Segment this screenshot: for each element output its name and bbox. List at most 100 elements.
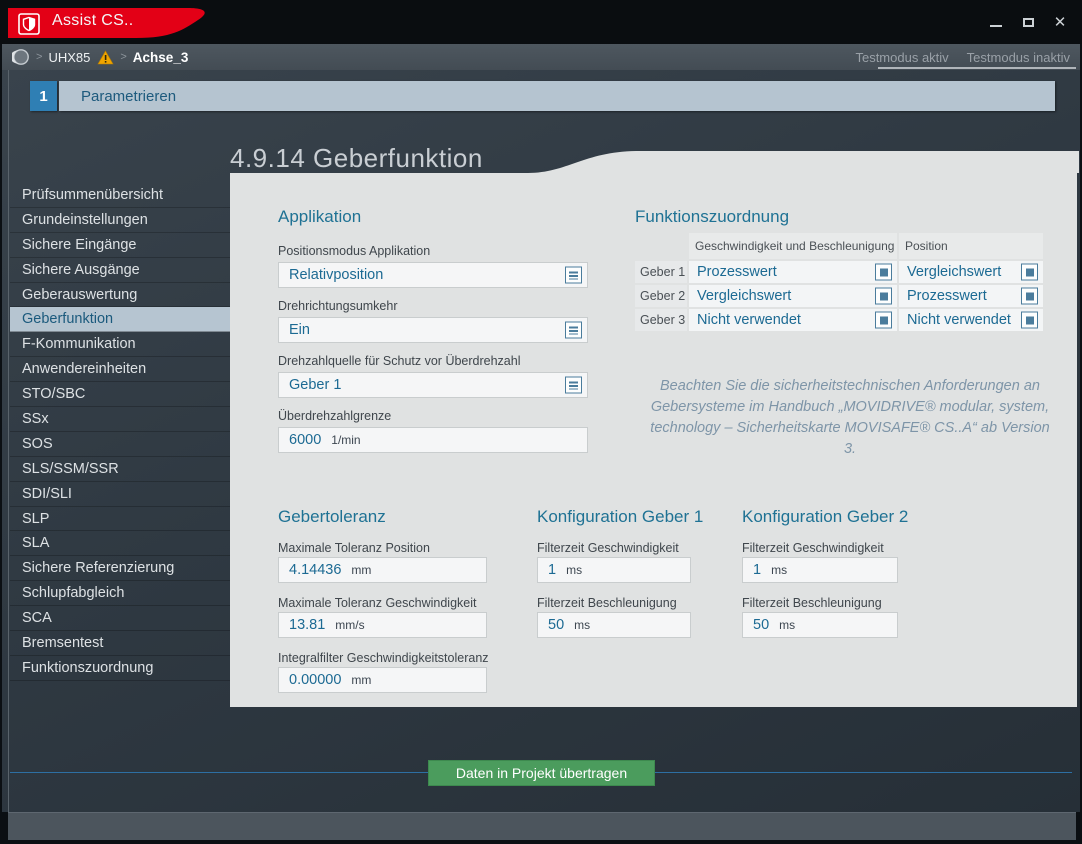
testmodus-underline (878, 67, 1076, 69)
table-header-position: Position (899, 233, 1043, 259)
sidebar-item-sdi-sli[interactable]: SDI/SLI (10, 482, 234, 507)
input-value: 13.81 (289, 617, 325, 633)
window-controls: ✕ (988, 0, 1068, 44)
input-geber2-filterzeit-beschleunigung[interactable]: 50 ms (742, 612, 898, 638)
sidebar-item-sos[interactable]: SOS (10, 432, 234, 457)
select-geber2-speed[interactable]: Vergleichswert (689, 285, 897, 307)
sidebar-item-geberauswertung[interactable]: Geberauswertung (10, 283, 234, 308)
select-geber2-position[interactable]: Prozesswert (899, 285, 1043, 307)
list-dropdown-icon (875, 312, 892, 329)
main-area: 1 Parametrieren Prüfsummenübersicht Grun… (2, 70, 1080, 812)
select-geber3-position[interactable]: Nicht verwendet (899, 309, 1043, 331)
sidebar-item-grundeinstellungen[interactable]: Grundeinstellungen (10, 208, 234, 233)
sidebar-item-schlupfabgleich[interactable]: Schlupfabgleich (10, 581, 234, 606)
select-value: Nicht verwendet (907, 312, 1011, 328)
sidebar-item-bremsentest[interactable]: Bremsentest (10, 631, 234, 656)
field-label: Filterzeit Beschleunigung (537, 596, 677, 610)
sidebar-item-ssx[interactable]: SSx (10, 407, 234, 432)
app-window: Assist CS.. ✕ > UHX85 > Achse_3 Testmodu… (0, 0, 1082, 844)
select-value: Nicht verwendet (697, 312, 801, 328)
select-geber1-position[interactable]: Vergleichswert (899, 261, 1043, 283)
close-button[interactable]: ✕ (1052, 14, 1068, 30)
breadcrumb-axis[interactable]: Achse_3 (133, 50, 189, 65)
field-label: Filterzeit Geschwindigkeit (742, 541, 884, 555)
select-value: Relativposition (289, 267, 383, 283)
table-header-speed: Geschwindigkeit und Beschleunigung (689, 233, 897, 259)
input-value: 1 (753, 562, 761, 578)
input-unit: ms (771, 563, 787, 577)
field-label: Drehzahlquelle für Schutz vor Überdrehza… (278, 354, 521, 368)
globe-icon[interactable] (12, 48, 30, 66)
input-value: 0.00000 (289, 672, 341, 688)
field-label: Überdrehzahlgrenze (278, 409, 391, 423)
maximize-icon (1023, 18, 1034, 27)
field-label: Drehrichtungsumkehr (278, 299, 398, 313)
sidebar-item-sto-sbc[interactable]: STO/SBC (10, 382, 234, 407)
input-unit: mm (351, 673, 371, 687)
input-geber1-filterzeit-beschleunigung[interactable]: 50 ms (537, 612, 691, 638)
sidebar-item-sla[interactable]: SLA (10, 531, 234, 556)
breadcrumb: > UHX85 > Achse_3 Testmodus aktiv Testmo… (2, 44, 1080, 70)
select-drehzahlquelle[interactable]: Geber 1 (278, 372, 588, 398)
row-label-geber2: Geber 2 (635, 285, 687, 307)
row-label-geber3: Geber 3 (635, 309, 687, 331)
maximize-button[interactable] (1020, 14, 1036, 30)
select-value: Ein (289, 322, 310, 338)
input-integralfilter[interactable]: 0.00000 mm (278, 667, 487, 693)
breadcrumb-node[interactable]: UHX85 (48, 50, 90, 65)
input-max-toleranz-position[interactable]: 4.14436 mm (278, 557, 487, 583)
testmodus-aktiv-tab[interactable]: Testmodus aktiv (855, 50, 948, 65)
transfer-to-project-button[interactable]: Daten in Projekt übertragen (428, 760, 655, 786)
input-unit: mm (351, 563, 371, 577)
list-dropdown-icon (875, 264, 892, 281)
sidebar-item-f-kommunikation[interactable]: F-Kommunikation (10, 332, 234, 357)
select-value: Geber 1 (289, 377, 341, 393)
input-ueberdrehzahlgrenze[interactable]: 6000 1/min (278, 427, 588, 453)
warning-triangle-icon (97, 50, 114, 65)
close-icon: ✕ (1054, 15, 1067, 30)
testmodus-inaktiv-tab[interactable]: Testmodus inaktiv (967, 50, 1070, 65)
input-max-toleranz-geschwindigkeit[interactable]: 13.81 mm/s (278, 612, 487, 638)
select-geber3-speed[interactable]: Nicht verwendet (689, 309, 897, 331)
table-header-empty (635, 233, 687, 259)
sidebar-item-sichere-eingaenge[interactable]: Sichere Eingänge (10, 233, 234, 258)
select-geber1-speed[interactable]: Prozesswert (689, 261, 897, 283)
step-number-badge: 1 (30, 81, 57, 111)
sidebar-nav: Prüfsummenübersicht Grundeinstellungen S… (10, 183, 234, 681)
input-value: 1 (548, 562, 556, 578)
sidebar-item-sichere-referenzierung[interactable]: Sichere Referenzierung (10, 556, 234, 581)
titlebar: Assist CS.. ✕ (0, 0, 1082, 44)
content-panel: Applikation Positionsmodus Applikation R… (230, 151, 1077, 707)
row-label-geber1: Geber 1 (635, 261, 687, 283)
input-unit: 1/min (331, 433, 360, 447)
sidebar-item-slp[interactable]: SLP (10, 507, 234, 532)
sidebar-item-geberfunktion[interactable]: Geberfunktion (10, 307, 234, 332)
sidebar-item-anwendereinheiten[interactable]: Anwendereinheiten (10, 357, 234, 382)
step-parametrieren[interactable]: Parametrieren (59, 81, 1055, 111)
list-dropdown-icon (1021, 312, 1038, 329)
funktionszuordnung-table: Geschwindigkeit und Beschleunigung Posit… (635, 233, 1043, 331)
step-label: Parametrieren (81, 88, 176, 105)
input-geber2-filterzeit-geschwindigkeit[interactable]: 1 ms (742, 557, 898, 583)
input-unit: ms (779, 618, 795, 632)
sidebar-item-sca[interactable]: SCA (10, 606, 234, 631)
input-unit: ms (566, 563, 582, 577)
input-geber1-filterzeit-geschwindigkeit[interactable]: 1 ms (537, 557, 691, 583)
list-dropdown-icon (1021, 264, 1038, 281)
sidebar-item-funktionszuordnung[interactable]: Funktionszuordnung (10, 656, 234, 681)
field-label: Filterzeit Geschwindigkeit (537, 541, 679, 555)
safety-note: Beachten Sie die sicherheitstechnischen … (645, 376, 1055, 460)
sidebar-item-sichere-ausgaenge[interactable]: Sichere Ausgänge (10, 258, 234, 283)
sidebar-item-sls-ssm-ssr[interactable]: SLS/SSM/SSR (10, 457, 234, 482)
panel-curve-cap (528, 151, 1079, 173)
app-title: Assist CS.. (52, 12, 134, 30)
select-positionsmodus[interactable]: Relativposition (278, 262, 588, 288)
select-value: Vergleichswert (907, 264, 1001, 280)
input-unit: mm/s (335, 618, 364, 632)
section-title-konfig-geber1: Konfiguration Geber 1 (537, 507, 703, 527)
sidebar-item-pruefsummenuebersicht[interactable]: Prüfsummenübersicht (10, 183, 234, 208)
select-value: Prozesswert (697, 264, 777, 280)
minimize-button[interactable] (988, 14, 1004, 30)
select-drehrichtungsumkehr[interactable]: Ein (278, 317, 588, 343)
select-value: Prozesswert (907, 288, 987, 304)
